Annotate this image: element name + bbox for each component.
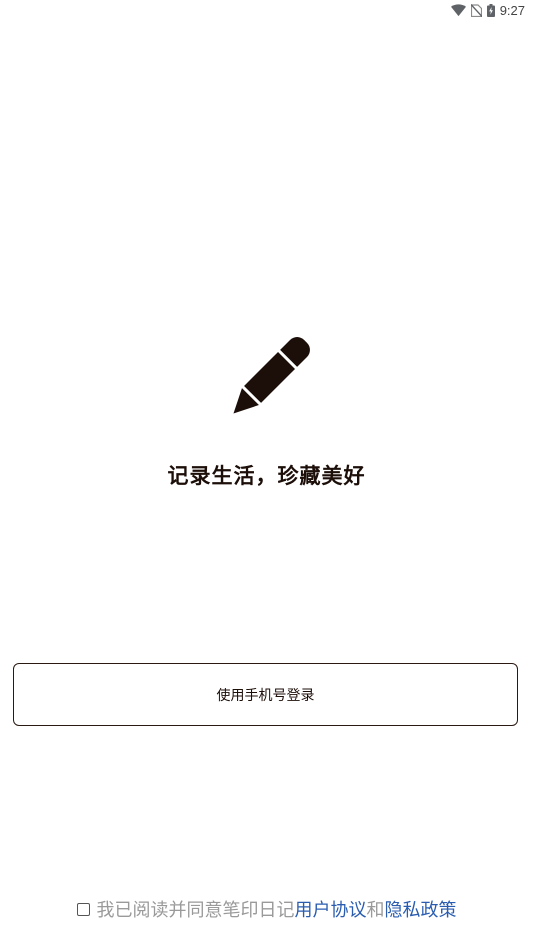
status-time: 9:27 — [499, 3, 525, 18]
user-agreement-link[interactable]: 用户协议 — [295, 896, 367, 922]
agreement-connector-text: 和 — [366, 900, 385, 921]
wifi-icon — [450, 4, 466, 17]
no-sim-icon — [470, 4, 482, 17]
status-icons: 9:27 — [450, 3, 525, 18]
privacy-policy-link[interactable]: 隐私政策 — [385, 896, 457, 922]
slogan-text: 记录生活，珍藏美好 — [167, 464, 366, 488]
agreement-row: 我已阅读并同意笔印日记 用户协议 和 隐私政策 — [0, 896, 533, 922]
phone-login-button-label: 使用手机号登录 — [216, 687, 315, 704]
battery-charging-icon — [486, 4, 495, 17]
status-bar: 9:27 — [0, 0, 533, 22]
login-screen: 9:27 记录生活，珍藏美好 使用手机号登录 我已阅读并同意笔印日记 用户协议 … — [0, 0, 533, 949]
pencil-icon — [218, 333, 314, 429]
agreement-checkbox[interactable] — [76, 902, 90, 916]
phone-login-button[interactable]: 使用手机号登录 — [13, 663, 518, 726]
agreement-prefix-text: 我已阅读并同意笔印日记 — [96, 900, 295, 921]
